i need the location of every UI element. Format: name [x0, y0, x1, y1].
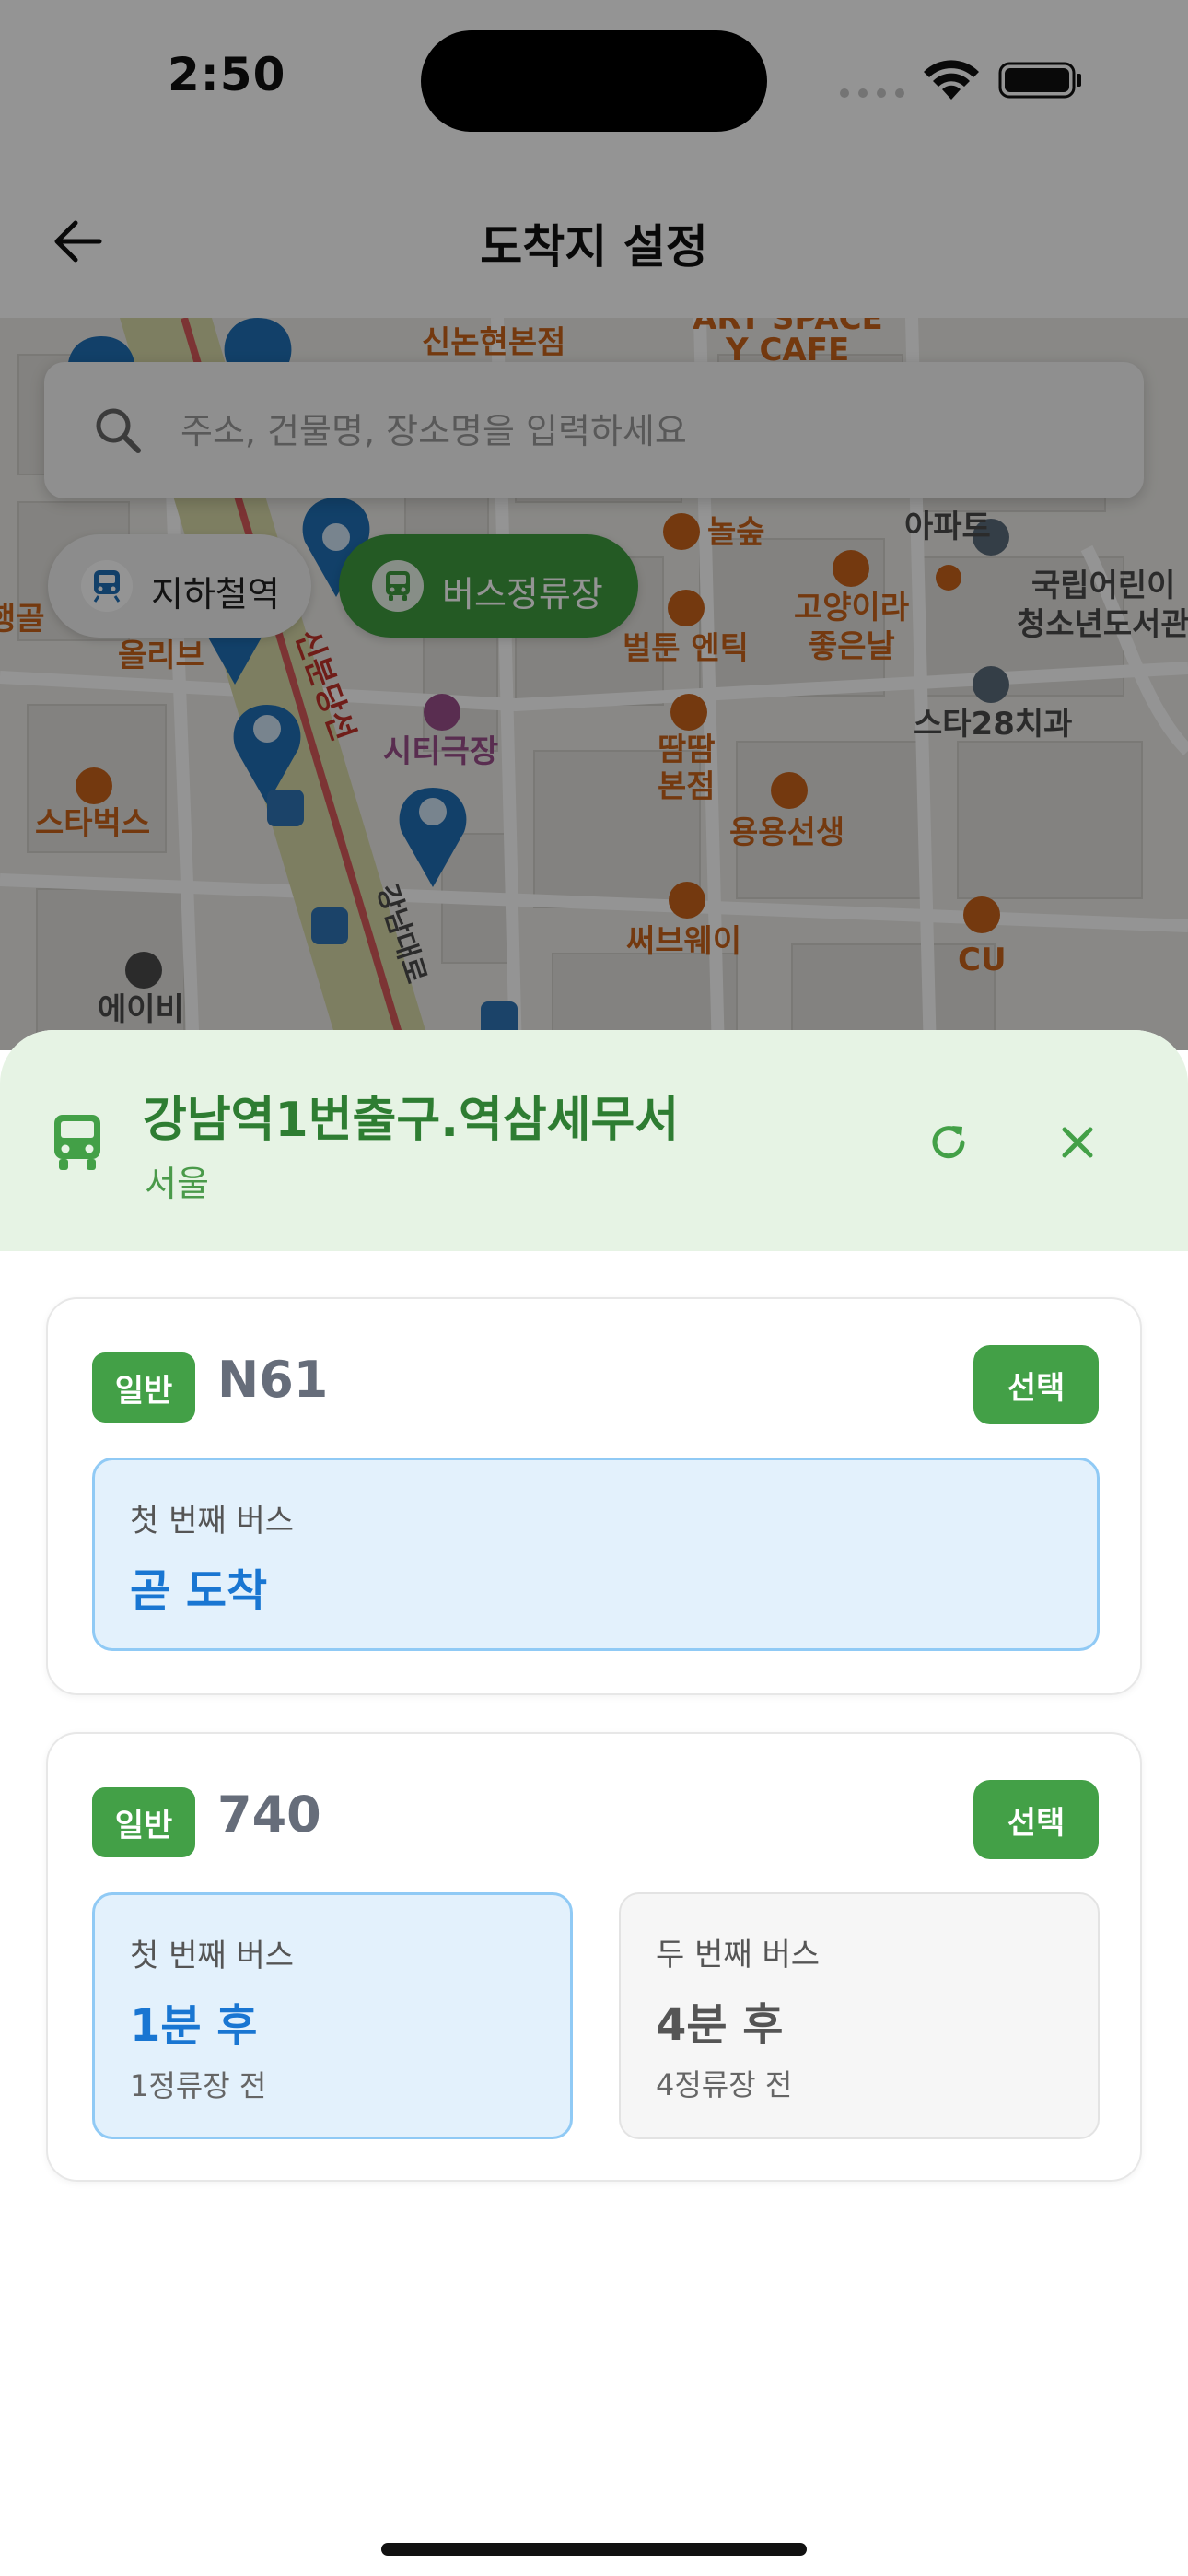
route-type-badge: 일반 [92, 1787, 195, 1857]
bus-icon [54, 1115, 100, 1170]
map-screen: 2:50 도착지 설정 신논현본점 ART SPACE Y CAFE 놀숲 아파… [0, 0, 1188, 1050]
arrival-time: 곧 도착 [130, 1565, 268, 1617]
arrival-stops-away: 1정류장 전 [130, 2068, 267, 2103]
arrival-box-first: 첫 번째 버스 곧 도착 [92, 1458, 1100, 1651]
route-number: 740 [217, 1786, 321, 1844]
home-indicator[interactable] [381, 2543, 807, 2556]
arrival-time: 4분 후 [656, 1999, 784, 2051]
close-button[interactable] [1050, 1115, 1105, 1170]
arrival-label: 첫 번째 버스 [130, 1938, 295, 1974]
arrival-stops-away: 4정류장 전 [656, 2067, 793, 2102]
modal-overlay[interactable] [0, 0, 1188, 1050]
stop-name: 강남역1번출구.역삼세무서 [143, 1093, 680, 1148]
route-card-n61: 일반 N61 선택 첫 번째 버스 곧 도착 [46, 1297, 1142, 1695]
arrival-box-first: 첫 번째 버스 1분 후 1정류장 전 [92, 1892, 573, 2139]
stop-region: 서울 [145, 1164, 209, 1204]
refresh-button[interactable] [921, 1115, 976, 1170]
arrival-box-second: 두 번째 버스 4분 후 4정류장 전 [619, 1892, 1100, 2139]
route-card-740: 일반 740 선택 첫 번째 버스 1분 후 1정류장 전 두 번째 버스 4분… [46, 1732, 1142, 2182]
refresh-icon [932, 1126, 965, 1159]
select-button[interactable]: 선택 [973, 1345, 1099, 1424]
arrival-label: 두 번째 버스 [656, 1937, 821, 1973]
arrival-time: 1분 후 [130, 2000, 258, 2052]
arrival-label: 첫 번째 버스 [130, 1503, 295, 1540]
stop-header: 강남역1번출구.역삼세무서 서울 [0, 1030, 1188, 1251]
route-type-badge: 일반 [92, 1352, 195, 1423]
route-number: N61 [217, 1351, 329, 1409]
select-button[interactable]: 선택 [973, 1780, 1099, 1859]
close-icon [1062, 1127, 1093, 1158]
